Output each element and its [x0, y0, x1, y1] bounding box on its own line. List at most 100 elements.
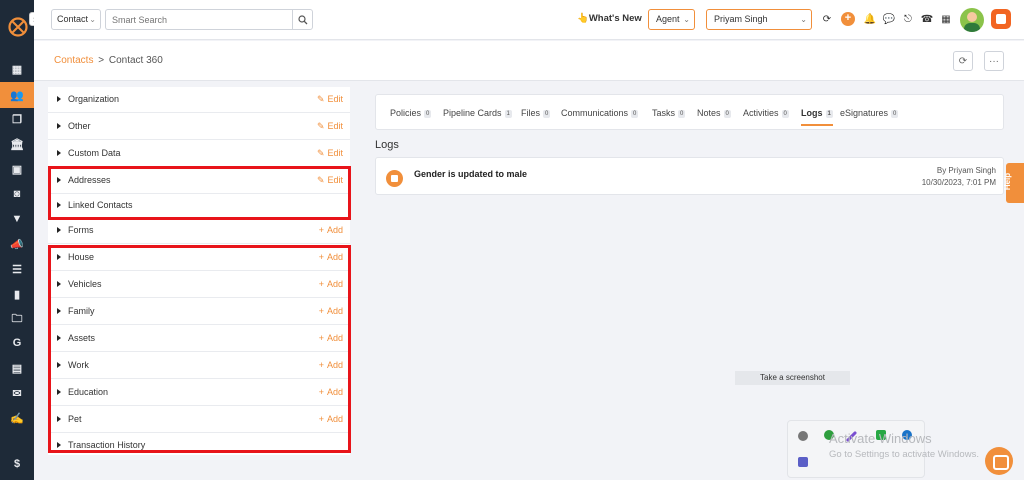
help-label: Help — [1003, 172, 1013, 191]
tab-label: Pipeline Cards — [443, 108, 502, 118]
tab-pipeline-cards[interactable]: Pipeline Cards 1 — [443, 108, 512, 118]
top-bar: Contact ⌄ 👆What's New Agent ⌄ Priyam Sin… — [34, 0, 1024, 40]
id-card-icon[interactable]: ▣ — [0, 156, 34, 182]
caret-right-icon[interactable] — [57, 227, 61, 233]
dashboard-icon[interactable]: ▦ — [0, 56, 34, 82]
tab-label: Logs — [801, 108, 823, 118]
breadcrumb-bar: Contacts > Contact 360 ⟳ ··· — [34, 41, 1024, 81]
section-label: Other — [68, 121, 91, 131]
tab-count-badge: 0 — [891, 109, 899, 118]
user-select[interactable]: Priyam Singh ⌄ — [706, 9, 812, 30]
calculator-icon[interactable]: ▦ — [939, 12, 953, 26]
refresh-icon: ⟳ — [958, 55, 968, 67]
contacts-icon[interactable]: 👥 — [0, 82, 34, 108]
section-row-forms[interactable]: Forms + Add — [48, 217, 350, 244]
section-label: Forms — [68, 225, 94, 235]
tab-files[interactable]: Files 0 — [521, 108, 551, 118]
filter-icon[interactable]: ▼ — [0, 206, 34, 232]
caret-right-icon[interactable] — [57, 96, 61, 102]
tab-communications[interactable]: Communications 0 — [561, 108, 639, 118]
edit-button[interactable]: ✎ Edit — [317, 94, 343, 105]
tab-count-badge: 0 — [424, 109, 432, 118]
edit-button[interactable]: ✎ Edit — [317, 121, 343, 132]
tab-count-badge: 0 — [723, 109, 731, 118]
search-button[interactable] — [292, 9, 313, 30]
refresh-button[interactable]: ⟳ — [953, 51, 973, 71]
tab-count-badge: 0 — [543, 109, 551, 118]
smart-search-input[interactable] — [105, 9, 293, 30]
google-icon[interactable]: G — [0, 330, 34, 356]
breadcrumb-current: Contact 360 — [108, 55, 163, 66]
plus-icon: + — [318, 225, 324, 235]
brand-logo-icon[interactable] — [991, 9, 1011, 29]
breadcrumb-separator: > — [98, 55, 105, 66]
tab-label: Communications — [561, 108, 629, 118]
bell-icon[interactable]: 🔔 — [863, 12, 877, 26]
edit-button[interactable]: ✎ Edit — [317, 148, 343, 159]
windows-activation-title: Activate Windows — [829, 431, 932, 446]
tab-label: Notes — [697, 108, 721, 118]
section-row-organization[interactable]: Organization ✎ Edit — [48, 86, 350, 113]
cloud-icon[interactable] — [798, 431, 808, 441]
mail-icon[interactable]: ✉ — [0, 380, 34, 406]
tabs-bar: Policies 0 Pipeline Cards 1 Files 0 Communicat… — [375, 94, 1004, 130]
chart-icon[interactable]: ▮ — [0, 281, 34, 307]
megaphone-icon[interactable]: 📣 — [0, 231, 34, 257]
breadcrumb-contacts-link[interactable]: Contacts — [54, 55, 93, 66]
entity-select-value: Contact — [57, 14, 89, 24]
tab-label: eSignatures — [840, 108, 889, 118]
tab-esignatures[interactable]: eSignatures 0 — [840, 108, 899, 118]
bank-icon[interactable]: 🏛 — [0, 131, 34, 157]
tab-logs[interactable]: Logs 1 — [801, 108, 833, 126]
chat-bubble-icon[interactable]: 💬 — [882, 12, 896, 26]
section-label: Organization — [68, 94, 120, 104]
tab-count-badge: 1 — [825, 109, 833, 118]
pencil-icon: ✎ — [316, 148, 325, 158]
teams-icon[interactable] — [798, 457, 808, 467]
add-button[interactable]: + Add — [319, 225, 343, 235]
help-tab[interactable]: Help — [1003, 163, 1024, 203]
phone-icon[interactable]: ☎ — [920, 12, 934, 26]
caret-right-icon[interactable] — [57, 150, 61, 156]
signature-icon[interactable]: ✍ — [0, 405, 34, 431]
chat-widget-button[interactable] — [985, 447, 1013, 475]
role-select[interactable]: Agent ⌄ — [648, 9, 695, 30]
dollar-icon[interactable]: $ — [0, 451, 34, 477]
action-label: Edit — [327, 148, 343, 158]
log-author: By Priyam Singh — [936, 166, 996, 175]
tab-notes[interactable]: Notes 0 — [697, 108, 731, 118]
pencil-icon: ✎ — [316, 121, 325, 131]
entity-select[interactable]: Contact ⌄ — [51, 9, 101, 30]
tab-count-badge: 0 — [781, 109, 789, 118]
log-timestamp: 10/30/2023, 7:01 PM — [921, 178, 996, 187]
documents-icon[interactable]: ❐ — [0, 106, 34, 132]
whats-new-link[interactable]: 👆What's New — [577, 13, 642, 24]
refresh-icon[interactable]: ⟳ — [820, 12, 834, 26]
user-select-value: Priyam Singh — [714, 14, 768, 24]
id-badge-icon[interactable]: ◙ — [0, 181, 34, 207]
tab-tasks[interactable]: Tasks 0 — [652, 108, 686, 118]
more-options-button[interactable]: ··· — [984, 51, 1004, 71]
add-icon[interactable]: + — [841, 12, 855, 26]
app-logo-icon[interactable] — [8, 17, 28, 37]
tab-activities[interactable]: Activities 0 — [743, 108, 789, 118]
ellipsis-icon: ··· — [989, 55, 999, 67]
tab-policies[interactable]: Policies 0 — [390, 108, 432, 118]
notes-icon[interactable]: ☰ — [0, 256, 34, 282]
section-row-custom-data[interactable]: Custom Data ✎ Edit — [48, 140, 350, 167]
windows-activation-subtitle: Go to Settings to activate Windows. — [829, 449, 979, 460]
folder-icon[interactable]: 🗀 — [0, 306, 34, 332]
tab-count-badge: 0 — [631, 109, 639, 118]
hand-pointer-icon: 👆 — [577, 13, 589, 24]
user-avatar[interactable] — [960, 8, 984, 32]
action-label: Edit — [327, 121, 343, 131]
logs-heading: Logs — [375, 139, 399, 151]
tab-count-badge: 1 — [504, 109, 512, 118]
chevron-down-icon: ⌄ — [89, 15, 96, 24]
action-label: Edit — [327, 94, 343, 104]
caret-right-icon[interactable] — [57, 123, 61, 129]
tab-label: Policies — [390, 108, 422, 118]
calendar-icon[interactable]: ▤ — [0, 355, 34, 381]
section-row-other[interactable]: Other ✎ Edit — [48, 113, 350, 140]
logout-icon[interactable]: ⎋ — [901, 12, 915, 26]
